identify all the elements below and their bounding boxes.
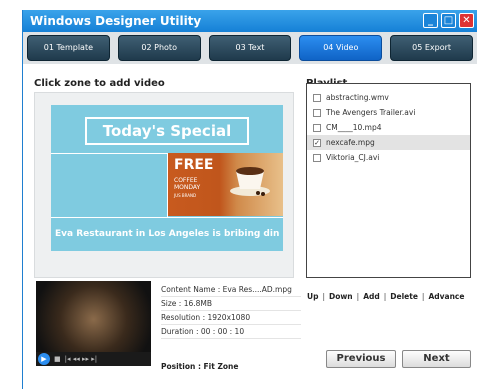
down-link[interactable]: Down xyxy=(329,292,353,301)
checkbox[interactable] xyxy=(313,153,321,162)
tab-photo[interactable]: 02 Photo xyxy=(117,35,201,61)
resolution: Resolution : 1920x1080 xyxy=(161,311,301,325)
previous-button[interactable]: Previous xyxy=(326,350,396,368)
checkbox[interactable] xyxy=(313,123,321,132)
maximize-button[interactable]: □ xyxy=(441,13,456,28)
file-size: Size : 16.8MB xyxy=(161,297,301,311)
checkbox-checked[interactable]: ✓ xyxy=(313,138,321,147)
window-title: Windows Designer Utility xyxy=(30,14,202,28)
playlist-item[interactable]: abstracting.wmv xyxy=(307,90,470,105)
step-tabs: 01 Template 02 Photo 03 Text 04 Video 05… xyxy=(23,32,477,64)
up-link[interactable]: Up xyxy=(307,292,318,301)
close-button[interactable]: ✕ xyxy=(459,13,474,28)
news-caption: Eva Restaurant in Los Angeles is bribing… xyxy=(55,229,279,239)
checkbox[interactable] xyxy=(313,108,321,117)
separator: | xyxy=(421,292,425,301)
promo-image: FREE COFFEE MONDAY JUS BRAND xyxy=(168,153,283,216)
stop-icon[interactable]: ■ xyxy=(54,355,61,363)
duration: Duration : 00 : 00 : 10 xyxy=(161,325,301,339)
tab-text[interactable]: 03 Text xyxy=(208,35,292,61)
tab-export[interactable]: 05 Export xyxy=(390,35,473,61)
coffee-cup-icon xyxy=(230,167,270,196)
video-thumbnail[interactable]: ▶ ■ |◂ ◂◂ ▸▸ ▸| xyxy=(36,281,151,366)
play-icon[interactable]: ▶ xyxy=(38,353,50,365)
playlist-item-label: CM____10.mp4 xyxy=(326,123,382,132)
promo-line: MONDAY xyxy=(174,184,201,191)
minimize-button[interactable]: _ xyxy=(423,13,438,28)
template-preview[interactable]: Today's Special FREE COFFEE MONDAY JUS B… xyxy=(51,105,283,251)
promo-line: JUS BRAND xyxy=(174,193,197,198)
divider xyxy=(51,217,283,218)
seek-icons[interactable]: |◂ ◂◂ ▸▸ ▸| xyxy=(65,355,97,363)
tab-template[interactable]: 01 Template xyxy=(27,35,110,61)
video-zone[interactable]: Today's Special FREE COFFEE MONDAY JUS B… xyxy=(34,92,294,278)
next-button[interactable]: Next xyxy=(402,350,471,368)
title-bar: Windows Designer Utility _ □ ✕ xyxy=(23,10,477,32)
playlist-actions: Up | Down | Add | Delete | Advance xyxy=(307,292,464,301)
playlist-item-label: The Avengers Trailer.avi xyxy=(326,108,416,117)
player-controls: ▶ ■ |◂ ◂◂ ▸▸ ▸| xyxy=(36,352,151,366)
advance-link[interactable]: Advance xyxy=(428,292,464,301)
add-link[interactable]: Add xyxy=(363,292,380,301)
playlist-item[interactable]: The Avengers Trailer.avi xyxy=(307,105,470,120)
headline-text: Today's Special xyxy=(85,117,249,145)
window-controls: _ □ ✕ xyxy=(423,13,474,28)
playlist-item[interactable]: CM____10.mp4 xyxy=(307,120,470,135)
checkbox[interactable] xyxy=(313,93,321,102)
tab-video[interactable]: 04 Video xyxy=(299,35,383,61)
separator: | xyxy=(383,292,387,301)
playlist-item-selected[interactable]: ✓ nexcafe.mpg xyxy=(307,135,470,150)
content-name: Content Name : Eva Res....AD.mpg xyxy=(161,283,301,297)
video-info: Content Name : Eva Res....AD.mpg Size : … xyxy=(161,283,301,339)
promo-line: COFFEE xyxy=(174,177,198,184)
playlist-item-label: abstracting.wmv xyxy=(326,93,389,102)
separator: | xyxy=(322,292,325,301)
delete-link[interactable]: Delete xyxy=(390,292,418,301)
playlist-item[interactable]: Viktoria_CJ.avi xyxy=(307,150,470,165)
zone-label: Click zone to add video xyxy=(34,78,165,89)
position-setting[interactable]: Position : Fit Zone xyxy=(161,362,238,371)
playlist-item-label: nexcafe.mpg xyxy=(326,138,375,147)
separator: | xyxy=(356,292,360,301)
promo-title: FREE xyxy=(174,157,214,173)
playlist[interactable]: abstracting.wmv The Avengers Trailer.avi… xyxy=(306,83,471,278)
playlist-item-label: Viktoria_CJ.avi xyxy=(326,153,380,162)
